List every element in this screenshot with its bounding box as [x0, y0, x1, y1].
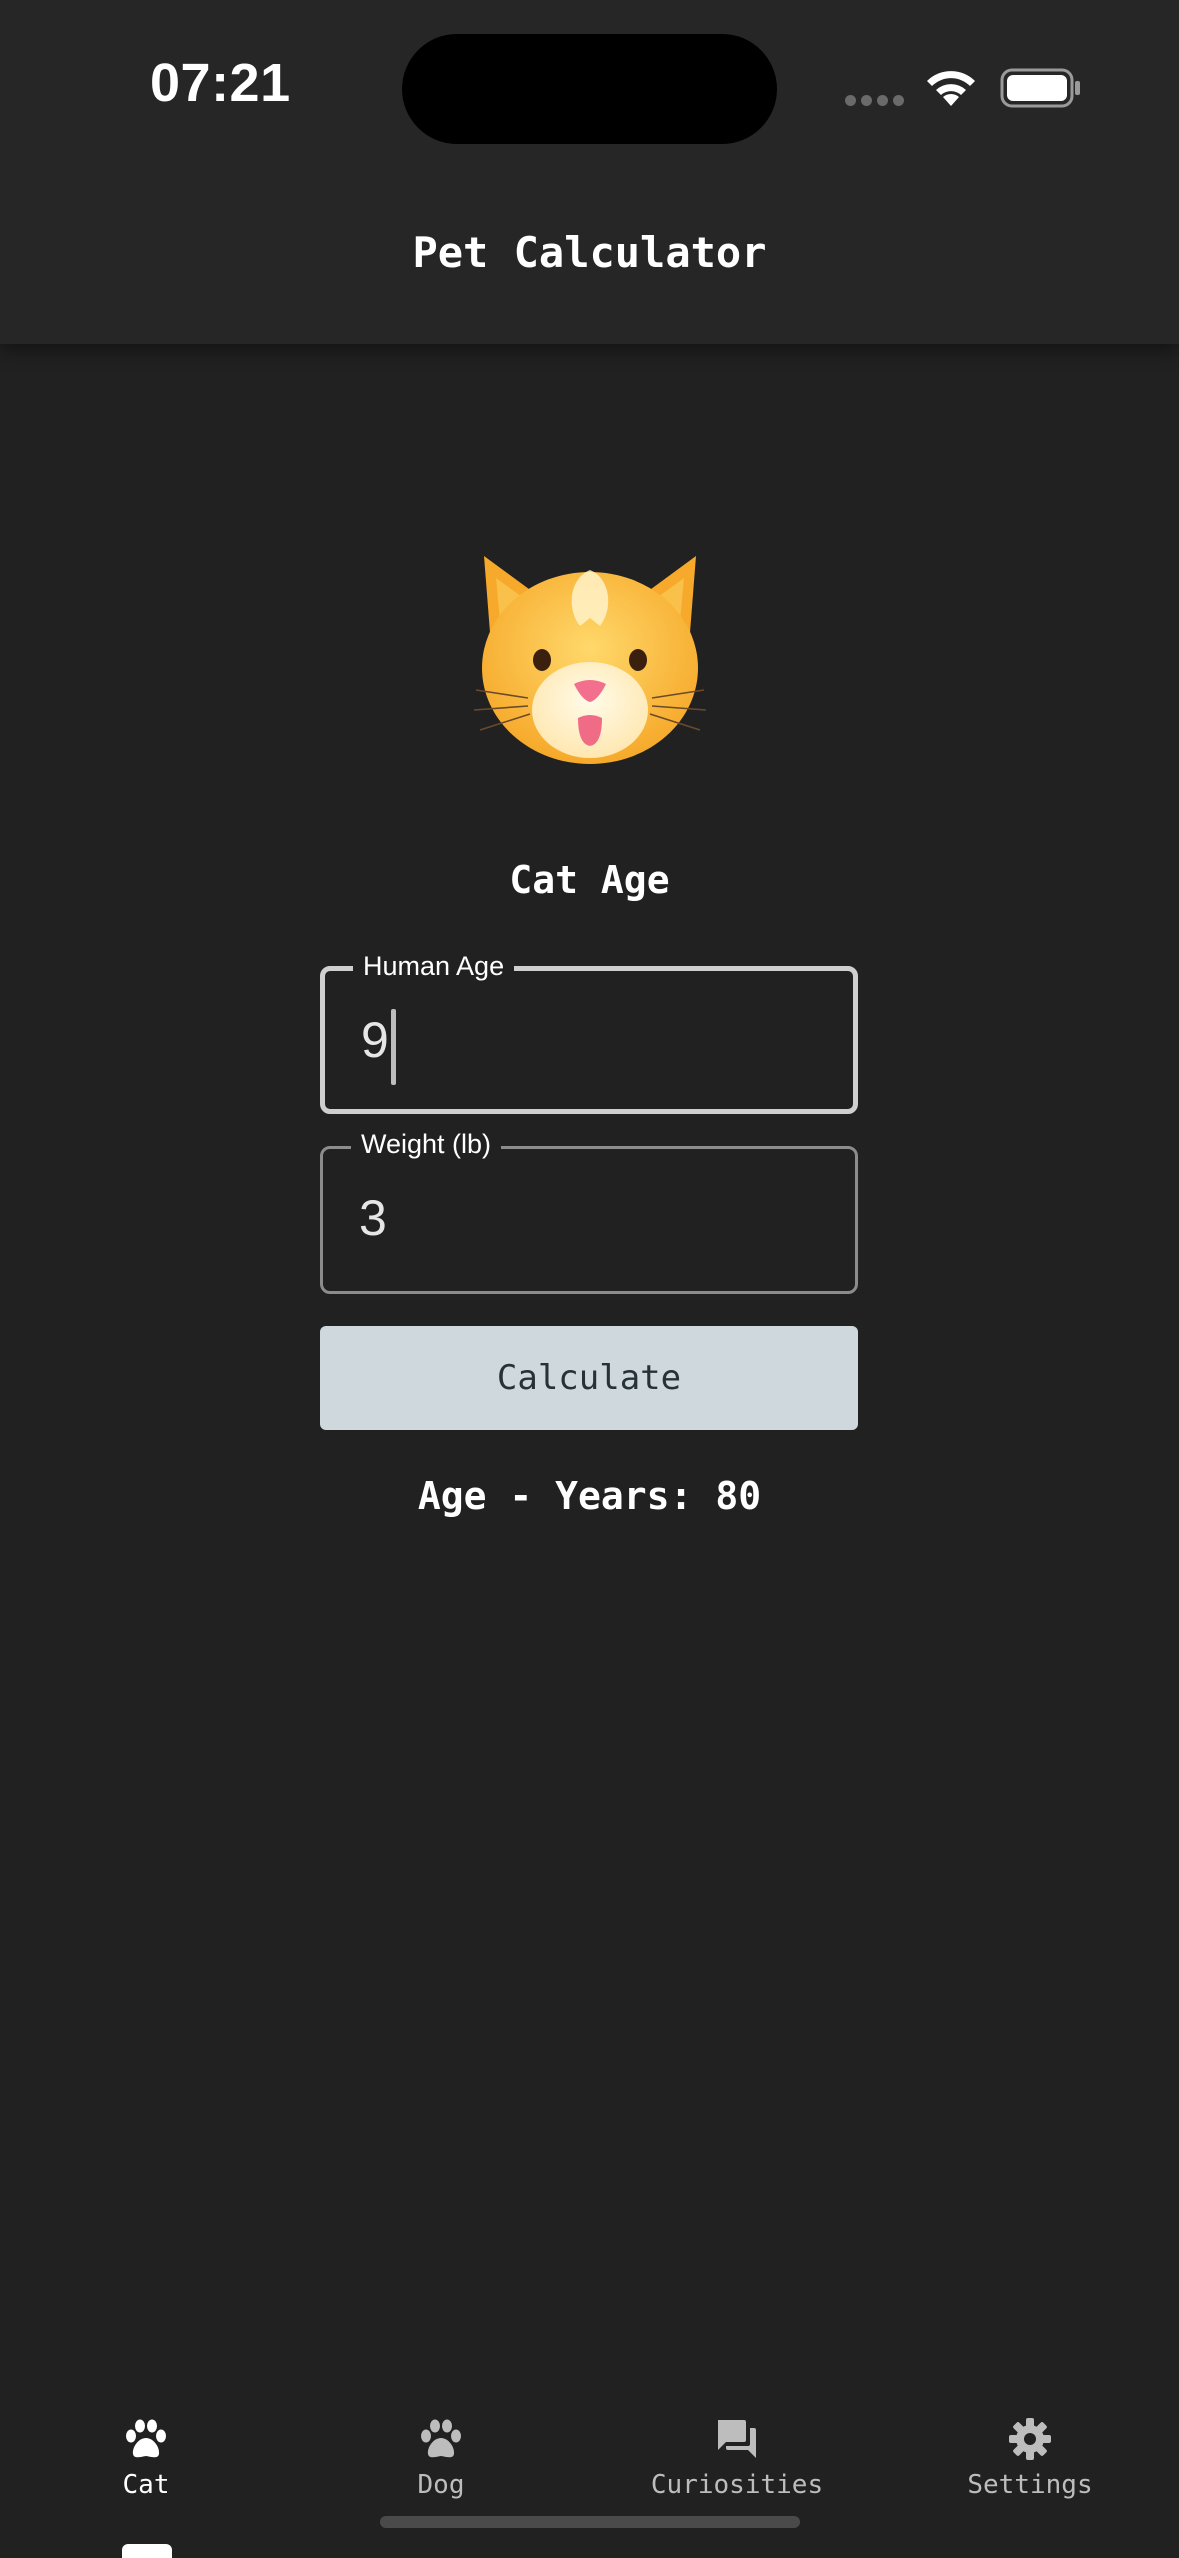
paw-icon [126, 2419, 166, 2458]
page-title: Pet Calculator [412, 228, 767, 277]
wifi-icon [927, 71, 975, 106]
result-text: Age - Years: 80 [417, 1474, 762, 1518]
cat-face-icon [473, 556, 707, 764]
human-age-input[interactable] [361, 1005, 821, 1075]
nav-item-dog[interactable]: Dog [341, 2378, 541, 2518]
forum-icon [718, 2420, 756, 2458]
paw-icon [421, 2419, 461, 2458]
gear-icon [1009, 2418, 1051, 2460]
weight-input[interactable] [359, 1183, 819, 1253]
nav-item-curiosities[interactable]: Curiosities [626, 2378, 848, 2518]
weight-field[interactable]: Weight (lb) [320, 1129, 858, 1294]
cellular-signal-icon [845, 95, 905, 107]
nav-item-cat[interactable]: Cat [46, 2378, 246, 2518]
battery-icon [1000, 68, 1080, 108]
nav-label-dog: Dog [417, 2470, 465, 2500]
nav-label-settings: Settings [967, 2470, 1093, 2500]
bottom-navigation: Cat Dog Curiosities Settings [0, 2378, 1179, 2556]
status-time: 07:21 [150, 53, 291, 113]
human-age-field[interactable]: Human Age [320, 951, 858, 1114]
nav-label-cat: Cat [122, 2470, 170, 2500]
human-age-label: Human Age [353, 951, 515, 982]
dynamic-island [402, 34, 777, 144]
section-title: Cat Age [509, 858, 670, 902]
nav-item-settings[interactable]: Settings [930, 2378, 1130, 2518]
app-header: 07:21 Pet Calculator [0, 0, 1179, 344]
home-indicator[interactable] [380, 2516, 800, 2528]
text-cursor [391, 1009, 396, 1085]
nav-label-curiosities: Curiosities [650, 2470, 824, 2500]
weight-label: Weight (lb) [351, 1129, 502, 1160]
calculate-button[interactable]: Calculate [320, 1326, 858, 1430]
